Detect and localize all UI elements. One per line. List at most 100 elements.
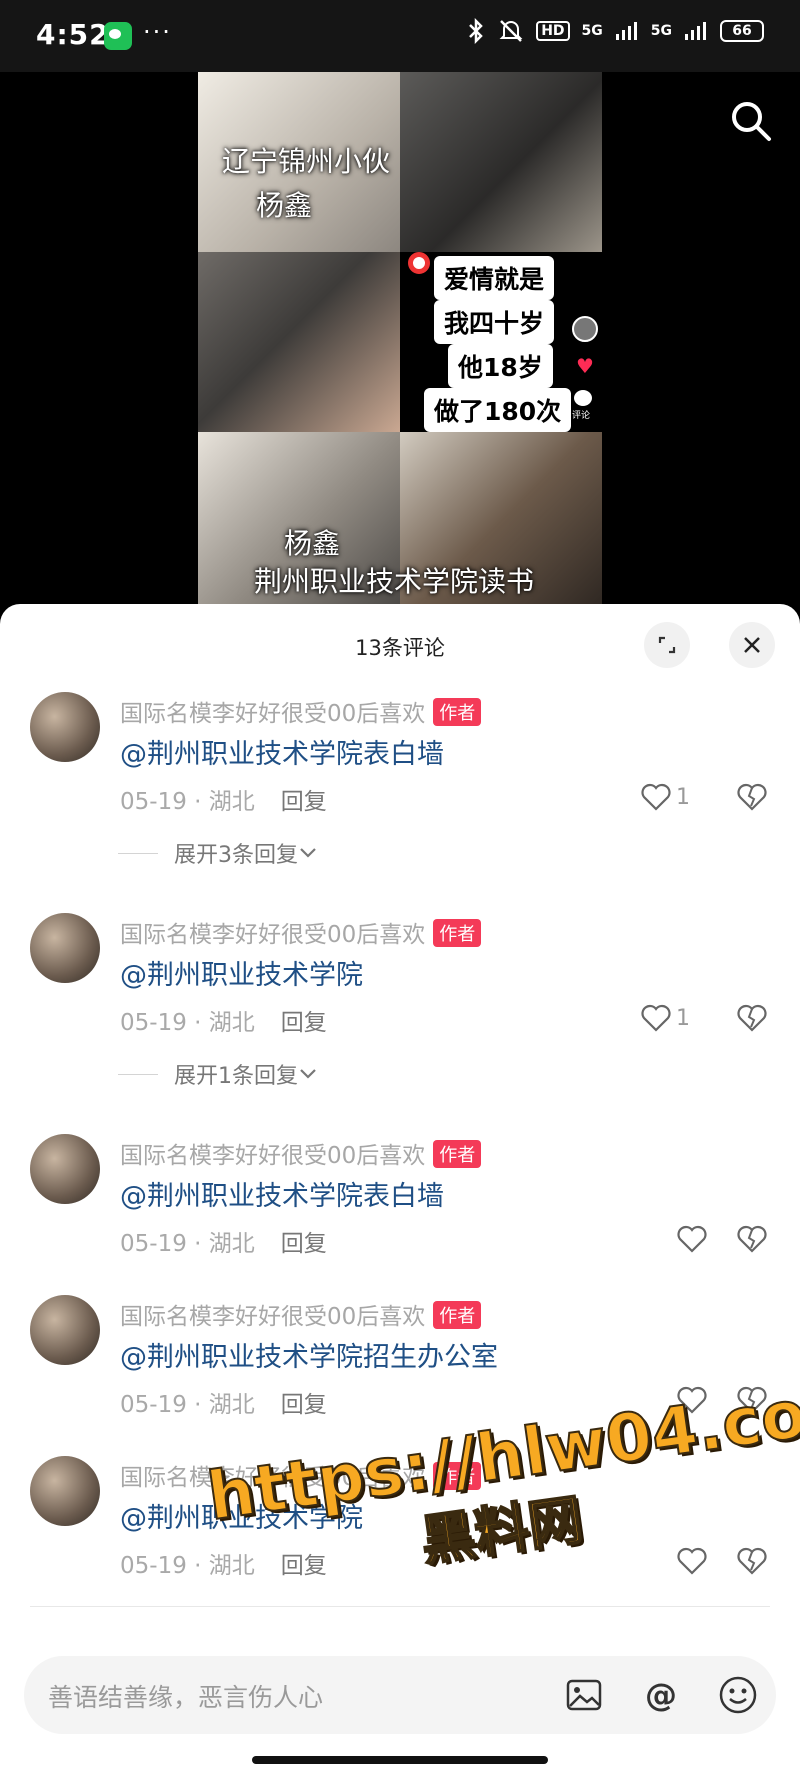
comment-meta: 05-19 · 湖北 回复	[120, 1546, 327, 1580]
video-tile	[400, 72, 602, 252]
like-button[interactable]: 1	[640, 782, 690, 812]
video-tile	[198, 252, 400, 432]
comment-text[interactable]: @荆州职业技术学院	[120, 953, 363, 992]
username-text: 国际名模李好好很受00后喜欢	[120, 922, 426, 948]
reply-button[interactable]: 回复	[281, 1231, 327, 1257]
caption-bottom-line1: 杨鑫	[284, 527, 341, 560]
comment-input[interactable]: 善语结善缘，恶言伤人心 @	[24, 1656, 776, 1734]
comment-text[interactable]: @荆州职业技术学院招生办公室	[120, 1335, 498, 1374]
comment-location: 湖北	[208, 1231, 255, 1257]
comment-username[interactable]: 国际名模李好好很受00后喜欢 作者	[120, 1136, 482, 1170]
broken-heart-icon[interactable]	[736, 1003, 768, 1033]
avatar[interactable]	[30, 1134, 100, 1204]
input-divider	[30, 1606, 770, 1607]
status-bar: 4:52 ··· HD 5G 5G 66	[0, 0, 800, 72]
author-badge: 作者	[433, 698, 482, 726]
expand-replies-button[interactable]: 展开3条回复	[118, 837, 318, 869]
avatar[interactable]	[30, 913, 100, 983]
small-comment-label: 评论	[572, 411, 591, 421]
more-notifications-icon: ···	[143, 18, 172, 46]
record-dot-icon	[408, 252, 430, 274]
comment-meta: 05-19 · 湖北 回复	[120, 1385, 327, 1419]
input-placeholder: 善语结善缘，恶言伤人心	[48, 1683, 324, 1712]
comment-meta: 05-19 · 湖北 回复	[120, 1003, 327, 1037]
meta-separator: ·	[194, 789, 202, 815]
like-count: 1	[676, 1005, 690, 1031]
author-badge: 作者	[433, 919, 482, 947]
caption-bottom-line2: 荆州职业技术学院读书	[254, 565, 535, 598]
avatar[interactable]	[30, 1456, 100, 1526]
reply-button[interactable]: 回复	[281, 789, 327, 815]
like-button[interactable]	[676, 1546, 708, 1576]
comment-date: 05-19	[120, 1392, 187, 1418]
video-player[interactable]: 辽宁锦州小伙 杨鑫 爱情就是 我四十岁 他18岁 做了180次 ♥ 评论 杨鑫 …	[0, 72, 800, 612]
overlay-line-1: 爱情就是	[434, 256, 555, 300]
broken-heart-icon[interactable]	[736, 1546, 768, 1576]
expand-label: 展开1条回复	[174, 1064, 298, 1089]
like-button[interactable]: 1	[640, 1003, 690, 1033]
broken-heart-icon[interactable]	[736, 782, 768, 812]
comment-meta: 05-19 · 湖北 回复	[120, 782, 327, 816]
avatar[interactable]	[30, 1295, 100, 1365]
meta-separator: ·	[194, 1553, 202, 1579]
chevron-down-icon	[300, 1069, 316, 1079]
comment-location: 湖北	[208, 1553, 255, 1579]
like-button[interactable]	[676, 1224, 708, 1254]
reply-button[interactable]: 回复	[281, 1553, 327, 1579]
comment-text[interactable]: @荆州职业技术学院表白墙	[120, 1174, 444, 1213]
reply-button[interactable]: 回复	[281, 1010, 327, 1036]
wechat-icon	[104, 22, 132, 50]
close-sheet-button[interactable]	[729, 622, 775, 668]
small-avatar[interactable]	[572, 316, 598, 342]
close-icon	[744, 637, 760, 653]
reply-button[interactable]: 回复	[281, 1392, 327, 1418]
comment-text[interactable]: @荆州职业技术学院表白墙	[120, 732, 444, 771]
mute-bell-icon	[499, 20, 523, 42]
comment-location: 湖北	[208, 1392, 255, 1418]
search-icon[interactable]	[730, 100, 772, 142]
overlay-line-3: 他18岁	[448, 344, 553, 388]
comment-username[interactable]: 国际名模李好好很受00后喜欢 作者	[120, 694, 482, 728]
bluetooth-icon	[469, 18, 483, 44]
comments-sheet: 13条评论 国际名模李好好很受00后喜欢 作者 @荆州职业技术学院表白墙 05-1…	[0, 604, 800, 1777]
battery-icon: 66	[720, 20, 764, 42]
meta-separator: ·	[194, 1392, 202, 1418]
comment-meta: 05-19 · 湖北 回复	[120, 1224, 327, 1258]
expand-replies-button[interactable]: 展开1条回复	[118, 1058, 318, 1090]
svg-text:@: @	[645, 1676, 677, 1714]
expand-icon	[658, 636, 676, 654]
overlay-line-4: 做了180次	[424, 388, 572, 432]
status-time: 4:52	[36, 18, 110, 51]
heart-icon	[641, 783, 671, 811]
meta-separator: ·	[194, 1231, 202, 1257]
heart-icon	[677, 1225, 707, 1253]
heart-icon	[677, 1547, 707, 1575]
comment-location: 湖北	[208, 789, 255, 815]
video-frame[interactable]: 辽宁锦州小伙 杨鑫 爱情就是 我四十岁 他18岁 做了180次 ♥ 评论 杨鑫 …	[198, 72, 602, 612]
expand-sheet-button[interactable]	[644, 622, 690, 668]
image-icon[interactable]	[562, 1673, 606, 1717]
comment-username[interactable]: 国际名模李好好很受00后喜欢 作者	[120, 1297, 482, 1331]
home-indicator[interactable]	[252, 1756, 548, 1764]
comment-date: 05-19	[120, 789, 187, 815]
heart-icon	[641, 1004, 671, 1032]
expand-line	[118, 1073, 158, 1075]
author-badge: 作者	[433, 1140, 482, 1168]
small-like-icon[interactable]: ♥	[576, 354, 594, 378]
chevron-down-icon	[300, 848, 316, 858]
hd-icon: HD	[536, 21, 570, 41]
status-icons: HD 5G 5G 66	[466, 18, 764, 44]
signal-bars-icon	[615, 22, 637, 40]
broken-heart-icon[interactable]	[736, 1224, 768, 1254]
mention-icon[interactable]: @	[640, 1673, 684, 1717]
comment-username[interactable]: 国际名模李好好很受00后喜欢 作者	[120, 915, 482, 949]
avatar[interactable]	[30, 692, 100, 762]
small-comment-icon[interactable]	[574, 390, 592, 406]
like-count: 1	[676, 784, 690, 810]
emoji-icon[interactable]	[716, 1673, 760, 1717]
expand-line	[118, 852, 158, 854]
username-text: 国际名模李好好很受00后喜欢	[120, 1304, 426, 1330]
comment-location: 湖北	[208, 1010, 255, 1036]
meta-separator: ·	[194, 1010, 202, 1036]
comment-date: 05-19	[120, 1010, 187, 1036]
